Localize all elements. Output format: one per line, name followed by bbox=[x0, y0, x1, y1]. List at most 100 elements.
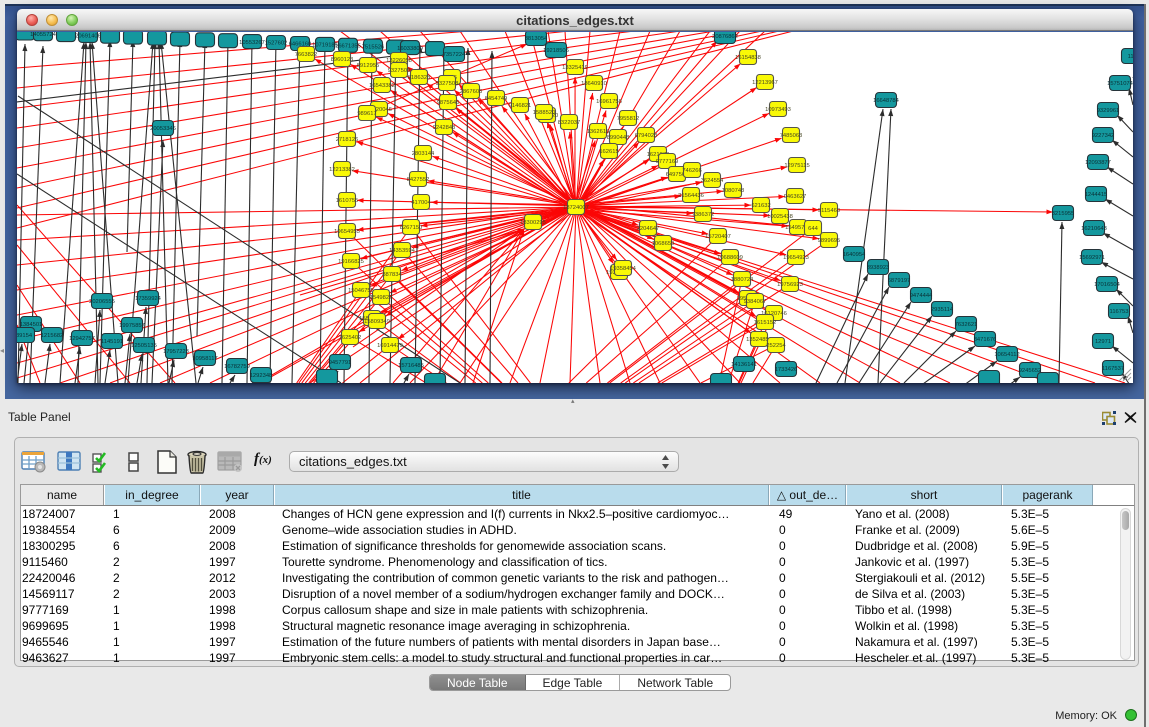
svg-text:18640910: 18640910 bbox=[581, 81, 607, 87]
svg-text:7625402: 7625402 bbox=[339, 335, 362, 341]
svg-text:12505135: 12505135 bbox=[131, 343, 157, 349]
svg-text:9463627: 9463627 bbox=[784, 194, 807, 200]
svg-text:16961758: 16961758 bbox=[596, 99, 622, 105]
svg-text:15751074: 15751074 bbox=[1107, 81, 1133, 87]
svg-text:19166825: 19166825 bbox=[338, 259, 364, 265]
svg-text:8267150: 8267150 bbox=[400, 225, 423, 231]
svg-text:20876862: 20876862 bbox=[712, 34, 738, 40]
svg-text:887834: 887834 bbox=[382, 272, 402, 278]
svg-text:9146821: 9146821 bbox=[509, 103, 532, 109]
svg-text:989617: 989617 bbox=[357, 111, 376, 117]
svg-text:417004: 417004 bbox=[411, 200, 431, 206]
svg-text:10654112: 10654112 bbox=[994, 352, 1019, 358]
svg-text:19358454: 19358454 bbox=[610, 266, 637, 272]
svg-text:17359924: 17359924 bbox=[135, 296, 162, 302]
svg-text:8454749: 8454749 bbox=[485, 96, 508, 102]
svg-text:10973493: 10973493 bbox=[765, 107, 791, 113]
svg-text:2204647: 2204647 bbox=[637, 226, 660, 232]
svg-text:9242848: 9242848 bbox=[433, 125, 456, 131]
svg-text:19654955: 19654955 bbox=[334, 229, 360, 235]
svg-text:9327503: 9327503 bbox=[388, 68, 411, 74]
svg-text:16033809: 16033809 bbox=[397, 46, 423, 52]
svg-text:7515526: 7515526 bbox=[362, 44, 385, 50]
svg-text:13325419: 13325419 bbox=[562, 65, 588, 71]
svg-text:9384067: 9384067 bbox=[744, 299, 767, 305]
svg-text:16648784: 16648784 bbox=[873, 98, 900, 104]
svg-text:6794028: 6794028 bbox=[635, 133, 658, 139]
svg-text:252254: 252254 bbox=[766, 343, 786, 349]
svg-text:19756923: 19756923 bbox=[777, 282, 803, 288]
svg-text:1244415: 1244415 bbox=[1085, 192, 1108, 198]
svg-text:14055724: 14055724 bbox=[30, 32, 57, 38]
svg-text:111: 111 bbox=[1128, 54, 1133, 60]
svg-text:20691406: 20691406 bbox=[75, 34, 101, 40]
svg-text:8427552: 8427552 bbox=[407, 177, 430, 183]
svg-text:15046755: 15046755 bbox=[348, 288, 374, 294]
svg-text:12975115: 12975115 bbox=[784, 163, 809, 169]
svg-text:116753: 116753 bbox=[1110, 309, 1129, 315]
svg-text:14136141: 14136141 bbox=[731, 362, 757, 368]
svg-text:7386372: 7386372 bbox=[692, 212, 715, 218]
svg-text:19975857: 19975857 bbox=[119, 323, 145, 329]
svg-text:12093877: 12093877 bbox=[1085, 160, 1111, 166]
svg-text:1167537: 1167537 bbox=[1102, 366, 1124, 372]
svg-text:15692971: 15692971 bbox=[1079, 255, 1105, 261]
svg-text:2718126: 2718126 bbox=[336, 137, 359, 143]
svg-text:9227342: 9227342 bbox=[1092, 133, 1115, 139]
svg-text:21564436: 21564436 bbox=[678, 193, 704, 199]
svg-text:20206555: 20206555 bbox=[89, 299, 115, 305]
svg-text:16914479: 16914479 bbox=[377, 343, 403, 349]
svg-text:9327508: 9327508 bbox=[436, 81, 459, 87]
svg-text:7485063: 7485063 bbox=[780, 133, 803, 139]
svg-text:17016504: 17016504 bbox=[1094, 282, 1121, 288]
svg-text:14353594: 14353594 bbox=[389, 248, 416, 254]
svg-text:6879197: 6879197 bbox=[888, 278, 911, 284]
svg-text:7955812: 7955812 bbox=[617, 116, 640, 122]
svg-text:1145191: 1145191 bbox=[101, 339, 123, 345]
svg-text:2803144: 2803144 bbox=[412, 151, 435, 157]
svg-text:3215955: 3215955 bbox=[1052, 211, 1075, 217]
svg-text:746266: 746266 bbox=[682, 168, 701, 174]
svg-text:7357224: 7357224 bbox=[443, 52, 466, 58]
svg-text:9899695: 9899695 bbox=[818, 238, 841, 244]
svg-text:644: 644 bbox=[808, 226, 818, 232]
svg-text:9875645: 9875645 bbox=[437, 100, 460, 106]
svg-text:16154838: 16154838 bbox=[735, 55, 761, 61]
svg-text:1615152: 1615152 bbox=[754, 320, 777, 326]
svg-text:18724007: 18724007 bbox=[563, 205, 589, 211]
svg-text:1880724: 1880724 bbox=[731, 277, 754, 283]
svg-text:1080748: 1080748 bbox=[722, 188, 745, 194]
svg-text:7632621: 7632621 bbox=[955, 322, 978, 328]
svg-text:12971: 12971 bbox=[1095, 339, 1111, 345]
svg-text:10688609: 10688609 bbox=[717, 255, 743, 261]
svg-text:18300295: 18300295 bbox=[520, 220, 546, 226]
svg-text:1640954: 1640954 bbox=[843, 252, 866, 258]
svg-text:12942757: 12942757 bbox=[69, 336, 95, 342]
svg-text:10958117: 10958117 bbox=[192, 356, 217, 362]
svg-text:1068659: 1068659 bbox=[652, 241, 675, 247]
svg-text:621632: 621632 bbox=[751, 203, 770, 209]
svg-text:8912955: 8912955 bbox=[357, 63, 380, 69]
svg-text:10553267: 10553267 bbox=[239, 40, 265, 46]
svg-text:19218506: 19218506 bbox=[543, 48, 569, 54]
svg-text:1610755: 1610755 bbox=[336, 198, 359, 204]
svg-text:9474444: 9474444 bbox=[910, 293, 933, 299]
svg-text:2867608: 2867608 bbox=[460, 89, 483, 95]
svg-text:12213382: 12213382 bbox=[329, 167, 355, 173]
svg-text:1215682: 1215682 bbox=[41, 333, 64, 339]
svg-text:1588520: 1588520 bbox=[533, 110, 556, 116]
svg-text:10025438: 10025438 bbox=[767, 214, 793, 220]
svg-text:19654923: 19654923 bbox=[783, 255, 809, 261]
svg-text:8471676: 8471676 bbox=[974, 337, 997, 343]
svg-text:1292348: 1292348 bbox=[250, 373, 273, 379]
svg-text:9777169: 9777169 bbox=[656, 159, 679, 165]
svg-text:15716485: 15716485 bbox=[398, 363, 424, 369]
svg-text:20053346: 20053346 bbox=[150, 126, 176, 132]
svg-text:10719185: 10719185 bbox=[312, 43, 338, 49]
svg-text:1527602: 1527602 bbox=[265, 41, 288, 47]
svg-text:9115460: 9115460 bbox=[818, 208, 840, 214]
svg-text:16782759: 16782759 bbox=[224, 364, 250, 370]
svg-text:2935114: 2935114 bbox=[931, 307, 954, 313]
svg-text:8938923: 8938923 bbox=[867, 265, 890, 271]
svg-text:9329961: 9329961 bbox=[1097, 108, 1120, 114]
